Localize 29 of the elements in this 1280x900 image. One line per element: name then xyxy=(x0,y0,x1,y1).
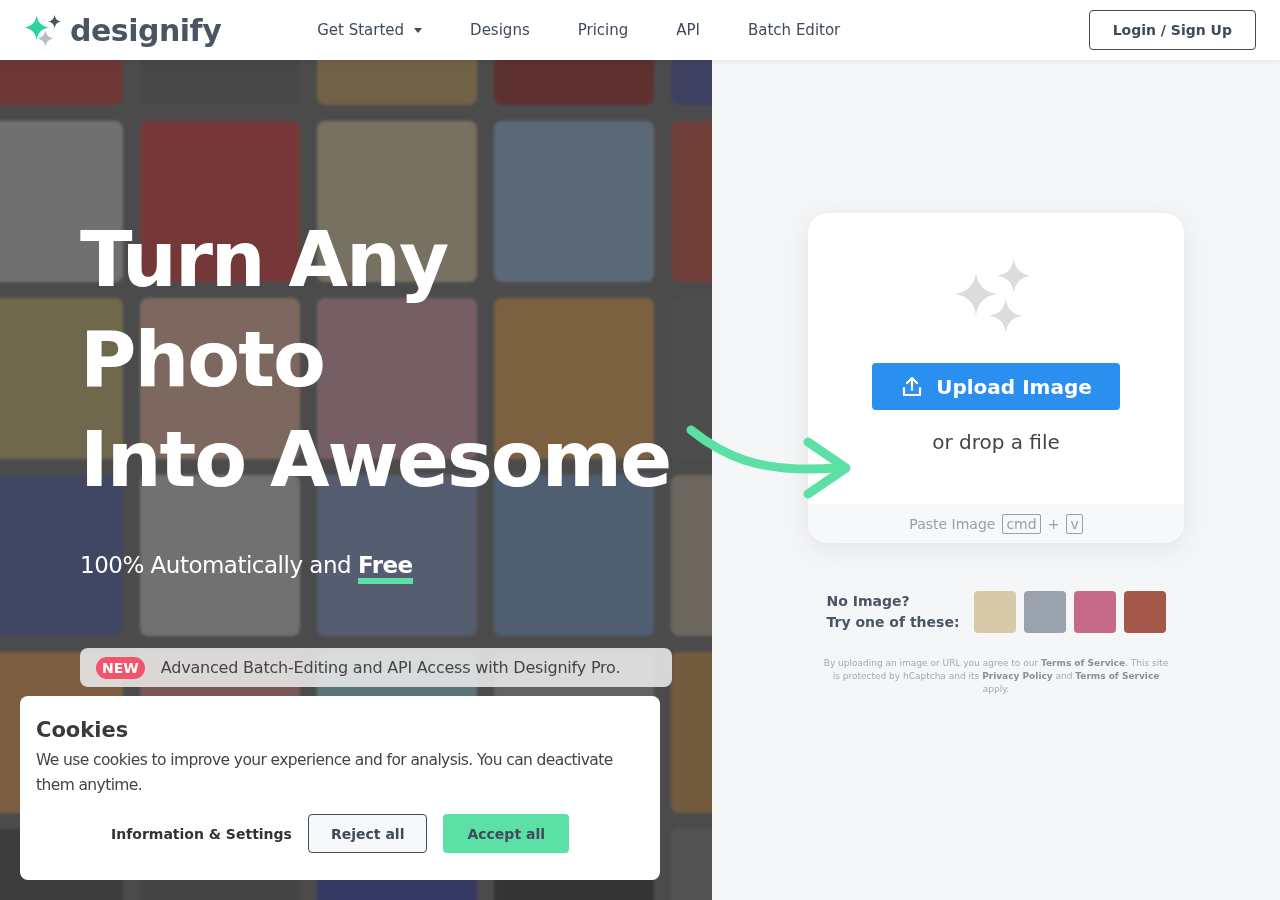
photo-placeholder[interactable] xyxy=(1123,591,1166,633)
photo-placeholder[interactable] xyxy=(1023,591,1066,633)
nav-link[interactable]: Batch Editor xyxy=(724,21,865,39)
cookie-text: We use cookies to improve your experience and for analysis. You can deactivate them anytime. xyxy=(36,750,614,796)
nav-link[interactable]: API xyxy=(652,21,724,39)
new-badge: NEW xyxy=(96,656,145,679)
cookie-title: Cookies xyxy=(36,718,130,742)
plus-sign: + xyxy=(1047,515,1060,532)
promo-text: Advanced Batch-Editing and API Access with Designify Pro. xyxy=(160,658,621,677)
keyboard-key: v xyxy=(1066,513,1083,534)
login-button[interactable]: Login / Sign Up xyxy=(1088,10,1256,50)
photo-placeholder[interactable] xyxy=(1073,591,1116,633)
sparkles-icon xyxy=(24,13,62,47)
accept-button[interactable]: Accept all xyxy=(443,814,569,853)
logo-text[interactable]: designify xyxy=(70,12,222,48)
legal-notice: By uploading an image or URL you agree to our Terms of Service. This site is protected by hCaptcha and its Privacy Policy and Terms of Service apply. xyxy=(822,657,1170,696)
reject-button[interactable]: Reject all xyxy=(307,814,428,853)
paste-label: Paste Image xyxy=(909,515,996,532)
caret-icon xyxy=(414,27,423,33)
keyboard-key: cmd xyxy=(1002,513,1041,534)
promo-banner[interactable]: NEW Advanced Batch-Editing and API Access with Designify Pro. xyxy=(80,648,672,687)
nav-link[interactable]: Pricing xyxy=(553,21,653,39)
sample-prompt: No Image? Try one of these: xyxy=(826,592,960,632)
hero-subtitle: 100% Automatically and Free xyxy=(80,550,413,590)
drop-hint: or drop a file xyxy=(932,430,1060,454)
nav-link[interactable]: Get Started xyxy=(293,21,447,39)
nav-link[interactable]: Designs xyxy=(446,21,554,39)
hero-headline: Turn Any Photo Into Awesome xyxy=(80,214,672,506)
settings-link[interactable]: Information & Settings xyxy=(111,814,292,853)
